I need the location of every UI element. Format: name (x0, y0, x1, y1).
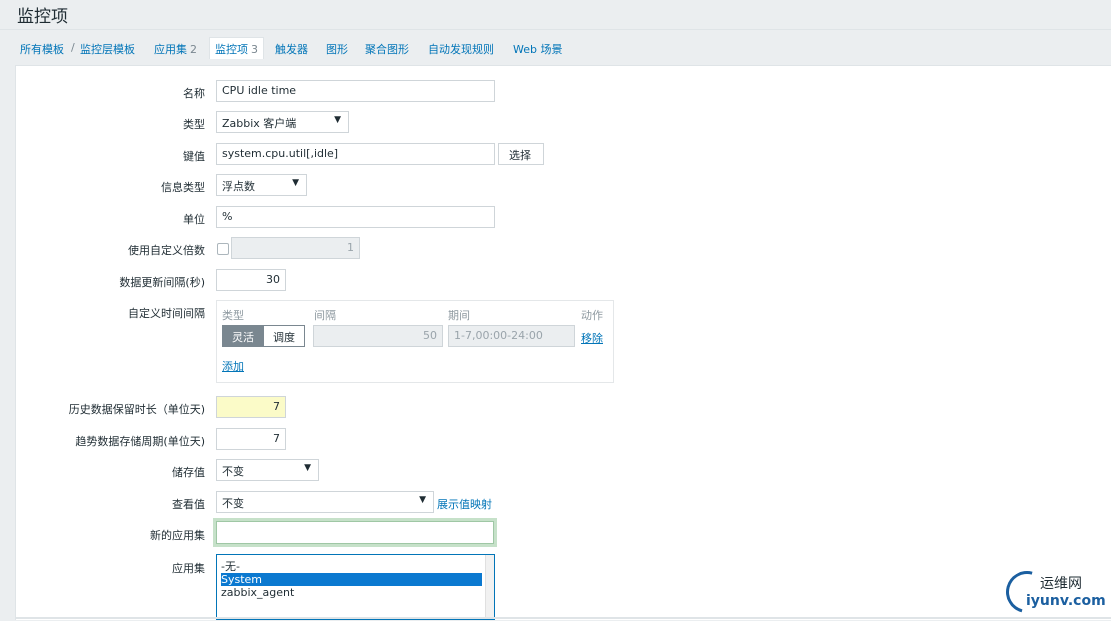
new-application-label: 新的应用集 (150, 529, 205, 542)
info-type-label: 信息类型 (161, 181, 205, 194)
remove-interval-link[interactable]: 移除 (581, 330, 603, 346)
multiplier-input[interactable]: 1 (231, 237, 360, 259)
trends-input[interactable]: 7 (216, 428, 286, 450)
header-divider (0, 29, 1111, 30)
dropdown-arrow-icon: ▼ (334, 115, 341, 125)
applications-label: 应用集 (172, 562, 205, 575)
store-value-select-value: 不变 (222, 465, 244, 478)
watermark-cn: 运维网 (1040, 576, 1082, 592)
interval-type-header: 类型 (222, 309, 244, 322)
interval-label: 数据更新间隔(秒) (119, 276, 205, 289)
interval-period-header: 期间 (448, 309, 470, 322)
watermark-logo: 运维网 iyunv.com (998, 563, 1110, 621)
interval-action-header: 动作 (581, 309, 603, 322)
units-label: 单位 (183, 213, 205, 226)
key-label: 键值 (183, 150, 205, 163)
tab-items[interactable]: 监控项 3 (209, 37, 264, 59)
key-input[interactable]: system.cpu.util[,idle] (216, 143, 495, 165)
show-value-select-value: 不变 (222, 497, 244, 510)
tab-monitoring-template[interactable]: 监控层模板 (80, 41, 135, 57)
add-interval-link[interactable]: 添加 (222, 358, 244, 374)
show-value-label: 查看值 (172, 498, 205, 511)
interval-input[interactable]: 30 (216, 269, 286, 291)
multiplier-label: 使用自定义倍数 (128, 244, 205, 257)
name-input[interactable]: CPU idle time (216, 80, 495, 102)
application-option[interactable]: zabbix_agent (221, 586, 482, 599)
application-option-selected[interactable]: System (221, 573, 482, 586)
show-value-mapping-link[interactable]: 展示值映射 (437, 496, 492, 512)
navigation-tabs: 所有模板 / 监控层模板 应用集 2 监控项 3 触发器 图形 聚合图形 自动发现规… (0, 37, 1111, 59)
multiplier-checkbox[interactable] (217, 243, 229, 255)
tab-triggers[interactable]: 触发器 (275, 41, 308, 57)
dropdown-arrow-icon: ▼ (419, 495, 426, 505)
flexible-toggle[interactable]: 灵活 (222, 325, 264, 347)
breadcrumb-separator: / (71, 41, 75, 54)
tab-graphs[interactable]: 图形 (326, 41, 348, 57)
tab-applications-label: 应用集 (154, 43, 187, 56)
tab-applications-count: 2 (190, 43, 197, 56)
tab-screens[interactable]: 聚合图形 (365, 41, 409, 57)
listbox-scrollbar[interactable] (485, 555, 494, 619)
custom-intervals-table: 类型 间隔 期间 动作 灵活 调度 50 1-7,00:00-24:00 移除 … (216, 300, 614, 383)
item-form-panel: 名称 CPU idle time 类型 Zabbix 客户端 ▼ 键值 syste… (15, 65, 1111, 620)
show-value-select[interactable]: 不变 ▼ (216, 491, 434, 513)
history-input[interactable]: 7 (216, 396, 286, 418)
store-value-select[interactable]: 不变 ▼ (216, 459, 319, 481)
info-type-select-value: 浮点数 (222, 180, 255, 193)
new-application-input[interactable] (213, 518, 497, 547)
tab-items-label: 监控项 (215, 43, 248, 56)
key-select-button[interactable]: 选择 (498, 143, 544, 165)
tab-web-scenarios[interactable]: Web 场景 (513, 41, 562, 57)
store-value-label: 储存值 (172, 466, 205, 479)
history-label: 历史数据保留时长（单位天) (68, 403, 205, 416)
tab-all-templates[interactable]: 所有模板 (20, 41, 64, 57)
application-option[interactable]: -无- (221, 560, 482, 573)
units-input[interactable]: % (216, 206, 495, 228)
interval-type-toggle: 灵活 调度 (222, 325, 305, 347)
info-type-select[interactable]: 浮点数 ▼ (216, 174, 307, 196)
watermark-en: iyunv.com (1026, 593, 1106, 609)
dropdown-arrow-icon: ▼ (292, 178, 299, 188)
flex-period-input[interactable]: 1-7,00:00-24:00 (448, 325, 575, 347)
dropdown-arrow-icon: ▼ (304, 463, 311, 473)
tab-items-count: 3 (251, 43, 258, 56)
scheduling-toggle[interactable]: 调度 (264, 325, 305, 347)
trends-label: 趋势数据存储周期(单位天) (75, 435, 205, 448)
type-label: 类型 (183, 118, 205, 131)
name-label: 名称 (183, 87, 205, 100)
tab-applications[interactable]: 应用集 2 (154, 41, 197, 57)
flex-interval-input[interactable]: 50 (313, 325, 443, 347)
type-select-value: Zabbix 客户端 (222, 117, 297, 130)
interval-interval-header: 间隔 (314, 309, 336, 322)
type-select[interactable]: Zabbix 客户端 ▼ (216, 111, 349, 133)
custom-intervals-label: 自定义时间间隔 (128, 307, 205, 320)
new-application-input-border (216, 521, 494, 544)
page-title: 监控项 (17, 7, 68, 27)
tab-discovery-rules[interactable]: 自动发现规则 (428, 41, 494, 57)
applications-listbox[interactable]: -无- System zabbix_agent (216, 554, 495, 620)
